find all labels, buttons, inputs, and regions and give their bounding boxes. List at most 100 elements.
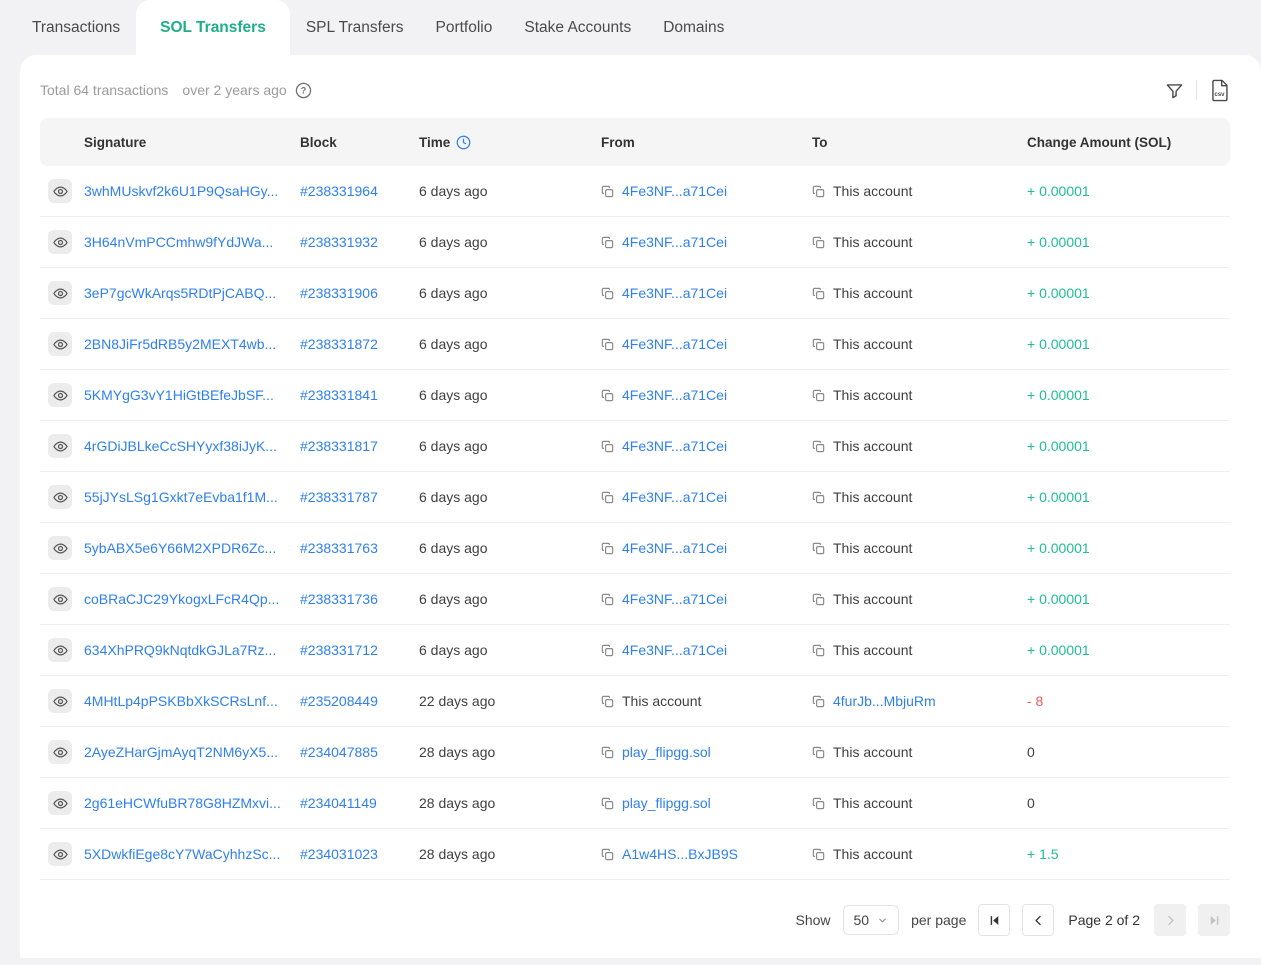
copy-from-button[interactable] <box>601 695 614 708</box>
copy-to-button[interactable] <box>812 185 825 198</box>
signature-link[interactable]: 5ybABX5e6Y66M2XPDR6Zc... <box>84 540 276 556</box>
block-link[interactable]: #234031023 <box>300 846 378 862</box>
copy-from-button[interactable] <box>601 491 614 504</box>
copy-to-button[interactable] <box>812 338 825 351</box>
signature-link[interactable]: 4rGDiJBLkeCcSHYyxf38iJyK... <box>84 438 277 454</box>
signature-link[interactable]: 4MHtLp4pPSKBbXkSCRsLnf... <box>84 693 278 709</box>
copy-to-button[interactable] <box>812 797 825 810</box>
from-address[interactable]: 4Fe3NF...a71Cei <box>622 591 727 607</box>
copy-to-button[interactable] <box>812 695 825 708</box>
copy-to-button[interactable] <box>812 848 825 861</box>
copy-from-button[interactable] <box>601 185 614 198</box>
copy-to-button[interactable] <box>812 542 825 555</box>
copy-from-button[interactable] <box>601 644 614 657</box>
view-transaction-button[interactable] <box>48 689 72 713</box>
copy-from-button[interactable] <box>601 848 614 861</box>
view-transaction-button[interactable] <box>48 434 72 458</box>
view-transaction-button[interactable] <box>48 332 72 356</box>
copy-to-button[interactable] <box>812 440 825 453</box>
tab-spl-transfers[interactable]: SPL Transfers <box>290 0 420 55</box>
block-link[interactable]: #238331736 <box>300 591 378 607</box>
copy-icon <box>812 542 825 555</box>
block-link[interactable]: #235208449 <box>300 693 378 709</box>
tab-domains[interactable]: Domains <box>647 0 740 55</box>
signature-link[interactable]: 5KMYgG3vY1HiGtBEfeJbSF... <box>84 387 274 403</box>
block-link[interactable]: #238331906 <box>300 285 378 301</box>
block-link[interactable]: #238331841 <box>300 387 378 403</box>
copy-to-button[interactable] <box>812 491 825 504</box>
from-address[interactable]: play_flipgg.sol <box>622 795 711 811</box>
from-address[interactable]: 4Fe3NF...a71Cei <box>622 540 727 556</box>
from-address[interactable]: 4Fe3NF...a71Cei <box>622 234 727 250</box>
view-transaction-button[interactable] <box>48 842 72 866</box>
block-link[interactable]: #238331712 <box>300 642 378 658</box>
copy-to-button[interactable] <box>812 593 825 606</box>
filter-button[interactable] <box>1165 81 1184 100</box>
view-transaction-button[interactable] <box>48 485 72 509</box>
tab-stake-accounts[interactable]: Stake Accounts <box>508 0 647 55</box>
block-link[interactable]: #238331817 <box>300 438 378 454</box>
block-link[interactable]: #238331872 <box>300 336 378 352</box>
signature-link[interactable]: 3whMUskvf2k6U1P9QsaHGy... <box>84 183 278 199</box>
copy-from-button[interactable] <box>601 746 614 759</box>
to-address: This account <box>833 642 912 658</box>
copy-from-button[interactable] <box>601 797 614 810</box>
view-transaction-button[interactable] <box>48 791 72 815</box>
copy-to-button[interactable] <box>812 644 825 657</box>
block-link[interactable]: #238331932 <box>300 234 378 250</box>
from-address[interactable]: 4Fe3NF...a71Cei <box>622 642 727 658</box>
tab-sol-transfers[interactable]: SOL Transfers <box>136 0 290 55</box>
copy-from-button[interactable] <box>601 593 614 606</box>
block-link[interactable]: #238331964 <box>300 183 378 199</box>
signature-link[interactable]: 55jJYsLSg1Gxkt7eEvba1f1M... <box>84 489 278 505</box>
tab-transactions[interactable]: Transactions <box>16 0 136 55</box>
view-transaction-button[interactable] <box>48 281 72 305</box>
copy-from-button[interactable] <box>601 287 614 300</box>
view-transaction-button[interactable] <box>48 638 72 662</box>
from-address[interactable]: 4Fe3NF...a71Cei <box>622 489 727 505</box>
export-csv-button[interactable]: csv <box>1209 79 1230 102</box>
copy-from-button[interactable] <box>601 440 614 453</box>
signature-link[interactable]: 3eP7gcWkArqs5RDtPjCABQ... <box>84 285 276 301</box>
first-page-button[interactable] <box>978 904 1010 936</box>
block-link[interactable]: #238331763 <box>300 540 378 556</box>
signature-link[interactable]: 5XDwkfiEge8cY7WaCyhhzSc... <box>84 846 280 862</box>
block-link[interactable]: #234041149 <box>300 795 377 811</box>
copy-from-button[interactable] <box>601 236 614 249</box>
from-address[interactable]: 4Fe3NF...a71Cei <box>622 438 727 454</box>
from-address[interactable]: 4Fe3NF...a71Cei <box>622 336 727 352</box>
copy-from-button[interactable] <box>601 542 614 555</box>
previous-page-button[interactable] <box>1022 904 1054 936</box>
last-page-button[interactable] <box>1198 904 1230 936</box>
from-address[interactable]: 4Fe3NF...a71Cei <box>622 183 727 199</box>
view-transaction-button[interactable] <box>48 536 72 560</box>
from-address[interactable]: 4Fe3NF...a71Cei <box>622 285 727 301</box>
signature-link[interactable]: 2g61eHCWfuBR78G8HZMxvi... <box>84 795 281 811</box>
page-size-select[interactable]: 50 <box>843 905 900 935</box>
view-transaction-button[interactable] <box>48 740 72 764</box>
from-address[interactable]: play_flipgg.sol <box>622 744 711 760</box>
copy-to-button[interactable] <box>812 389 825 402</box>
block-link[interactable]: #238331787 <box>300 489 378 505</box>
to-address[interactable]: 4furJb...MbjuRm <box>833 693 936 709</box>
from-address[interactable]: 4Fe3NF...a71Cei <box>622 387 727 403</box>
view-transaction-button[interactable] <box>48 230 72 254</box>
copy-to-button[interactable] <box>812 236 825 249</box>
copy-from-button[interactable] <box>601 389 614 402</box>
signature-link[interactable]: coBRaCJC29YkogxLFcR4Qp... <box>84 591 279 607</box>
from-address[interactable]: A1w4HS...BxJB9S <box>622 846 738 862</box>
copy-to-button[interactable] <box>812 746 825 759</box>
copy-from-button[interactable] <box>601 338 614 351</box>
tab-portfolio[interactable]: Portfolio <box>419 0 508 55</box>
clock-icon[interactable] <box>456 135 471 150</box>
view-transaction-button[interactable] <box>48 179 72 203</box>
view-transaction-button[interactable] <box>48 383 72 407</box>
signature-link[interactable]: 634XhPRQ9kNqtdkGJLa7Rz... <box>84 642 276 658</box>
next-page-button[interactable] <box>1154 904 1186 936</box>
block-link[interactable]: #234047885 <box>300 744 378 760</box>
copy-to-button[interactable] <box>812 287 825 300</box>
view-transaction-button[interactable] <box>48 587 72 611</box>
signature-link[interactable]: 2AyeZHarGjmAyqT2NM6yX5... <box>84 744 278 760</box>
signature-link[interactable]: 2BN8JiFr5dRB5y2MEXT4wb... <box>84 336 276 352</box>
signature-link[interactable]: 3H64nVmPCCmhw9fYdJWa... <box>84 234 273 250</box>
